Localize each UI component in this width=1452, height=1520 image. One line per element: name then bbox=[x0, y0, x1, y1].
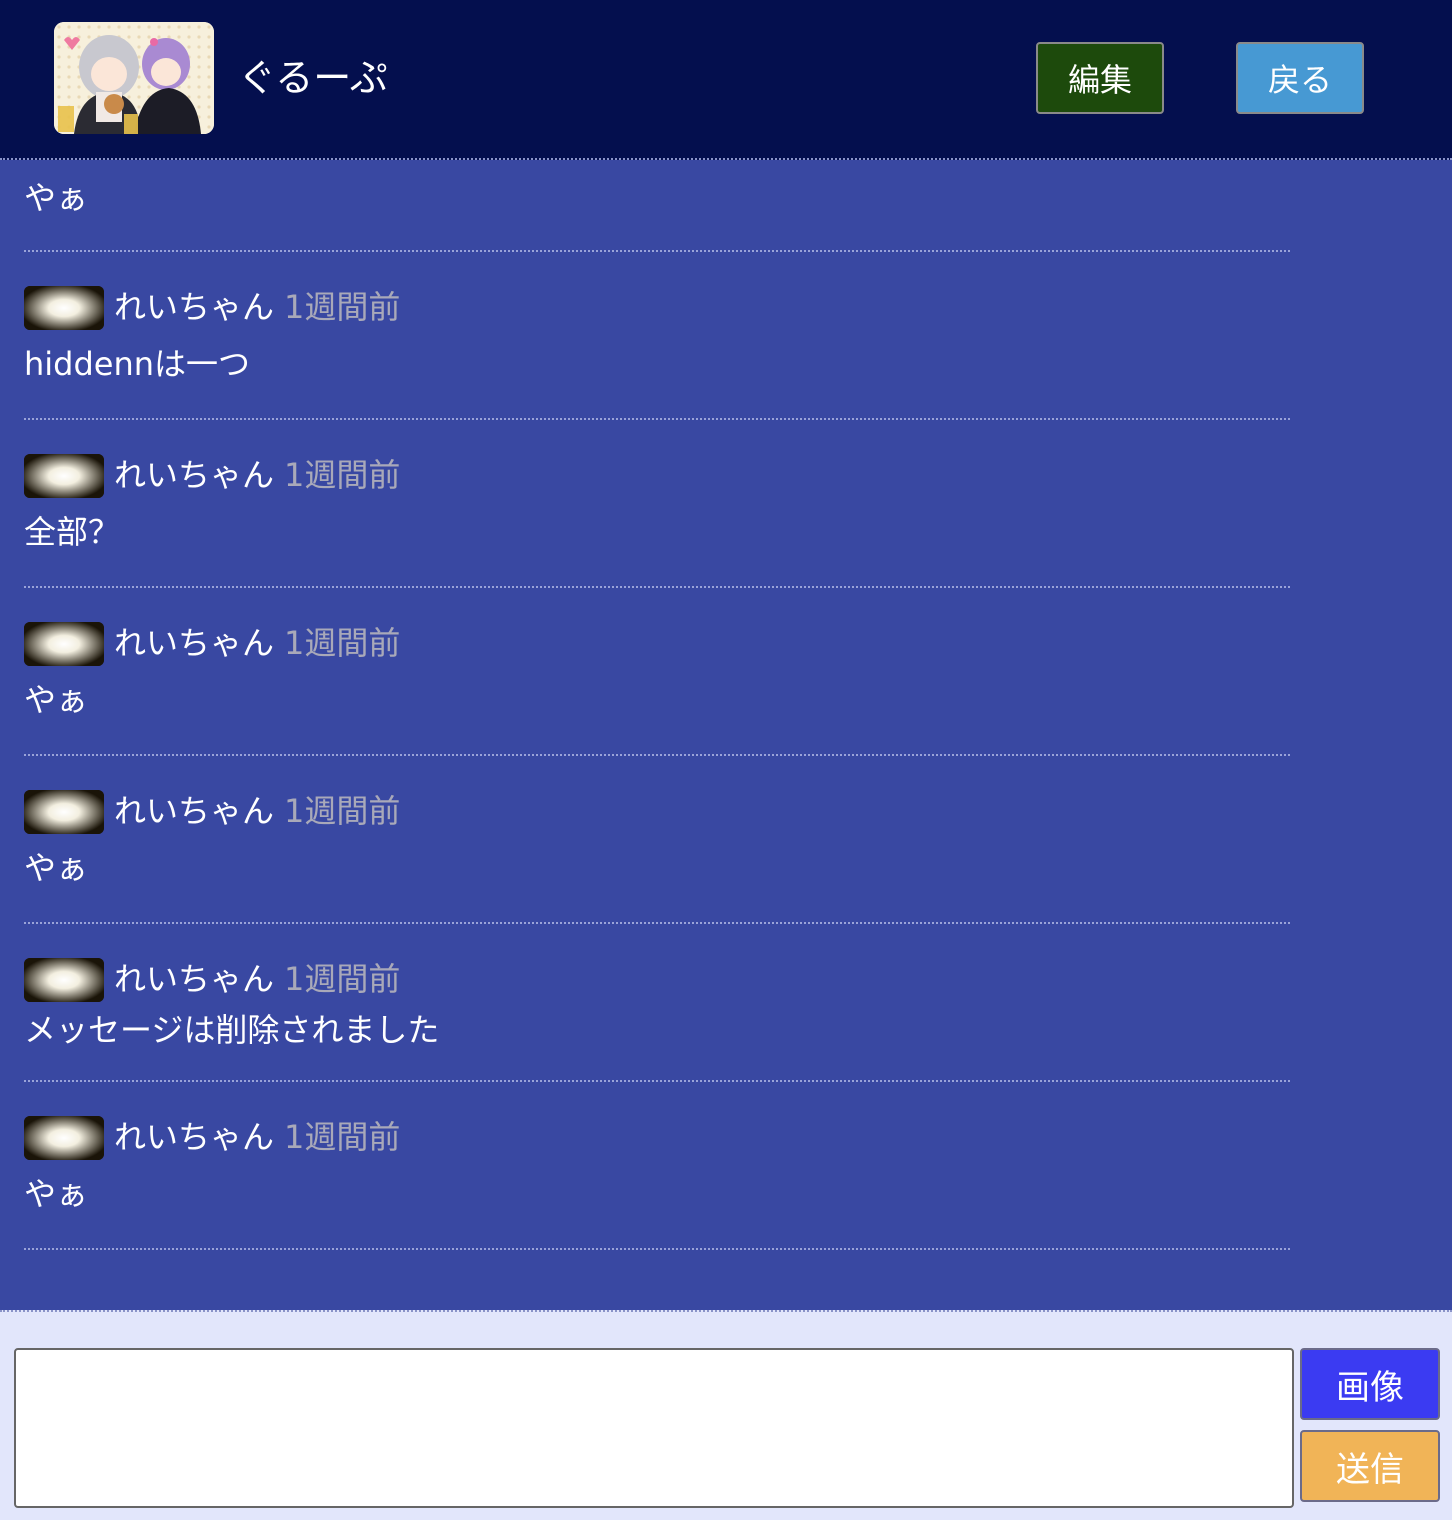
back-button[interactable]: 戻る bbox=[1236, 42, 1364, 114]
user-avatar[interactable] bbox=[24, 790, 104, 834]
message-time: 1週間前 bbox=[284, 960, 401, 998]
message-text: やぁ bbox=[24, 849, 89, 887]
message-time: 1週間前 bbox=[284, 288, 401, 326]
message-time: 1週間前 bbox=[284, 624, 401, 662]
message-item: れいちゃん 1週間前 やぁ bbox=[24, 588, 1290, 756]
user-name[interactable]: れいちゃん bbox=[114, 1114, 274, 1160]
message-item: れいちゃん 1週間前 全部？ bbox=[24, 420, 1290, 588]
message-item: れいちゃん 1週間前 メッセージは削除されました bbox=[24, 924, 1290, 1082]
user-avatar[interactable] bbox=[24, 622, 104, 666]
message-time: 1週間前 bbox=[284, 456, 401, 494]
user-name[interactable]: れいちゃん bbox=[114, 284, 274, 330]
sparkle-avatar-image bbox=[24, 286, 104, 330]
user-name[interactable]: れいちゃん bbox=[114, 620, 274, 666]
sparkle-avatar-image bbox=[24, 958, 104, 1002]
message-item: れいちゃん 1週間前 hiddennは一つ bbox=[24, 252, 1290, 420]
message-text: 全部？ bbox=[24, 513, 121, 551]
message-composer: 画像 送信 bbox=[0, 1310, 1452, 1520]
message-text: やぁ bbox=[24, 681, 89, 719]
sparkle-avatar-image bbox=[24, 622, 104, 666]
sparkle-avatar-image bbox=[24, 454, 104, 498]
message-time: 1週間前 bbox=[284, 1118, 401, 1156]
user-name[interactable]: れいちゃん bbox=[114, 956, 274, 1002]
message-text: やぁ bbox=[24, 179, 89, 217]
message-text: hiddennは一つ bbox=[24, 345, 251, 383]
chat-header: ぐるーぷ 編集 戻る bbox=[0, 0, 1452, 160]
group-avatar[interactable] bbox=[54, 22, 214, 134]
sparkle-avatar-image bbox=[24, 1116, 104, 1160]
group-avatar-illustration bbox=[54, 22, 214, 134]
user-avatar[interactable] bbox=[24, 286, 104, 330]
send-button[interactable]: 送信 bbox=[1300, 1430, 1440, 1502]
user-avatar[interactable] bbox=[24, 1116, 104, 1160]
message-item: れいちゃん 1週間前 やぁ bbox=[24, 1082, 1290, 1250]
message-text: やぁ bbox=[24, 1175, 89, 1213]
user-name[interactable]: れいちゃん bbox=[114, 788, 274, 834]
message-list[interactable]: やぁ れいちゃん 1週間前 hiddennは一つ れいちゃん 1週間前 全部？ … bbox=[0, 160, 1452, 1310]
user-name[interactable]: れいちゃん bbox=[114, 452, 274, 498]
message-item: やぁ bbox=[24, 160, 1290, 252]
message-input[interactable] bbox=[14, 1348, 1294, 1508]
group-name: ぐるーぷ bbox=[238, 56, 388, 100]
edit-button[interactable]: 編集 bbox=[1036, 42, 1164, 114]
deleted-message-text: メッセージは削除されました bbox=[24, 1011, 440, 1049]
image-button[interactable]: 画像 bbox=[1300, 1348, 1440, 1420]
user-avatar[interactable] bbox=[24, 454, 104, 498]
message-time: 1週間前 bbox=[284, 792, 401, 830]
message-item: れいちゃん 1週間前 やぁ bbox=[24, 756, 1290, 924]
user-avatar[interactable] bbox=[24, 958, 104, 1002]
sparkle-avatar-image bbox=[24, 790, 104, 834]
